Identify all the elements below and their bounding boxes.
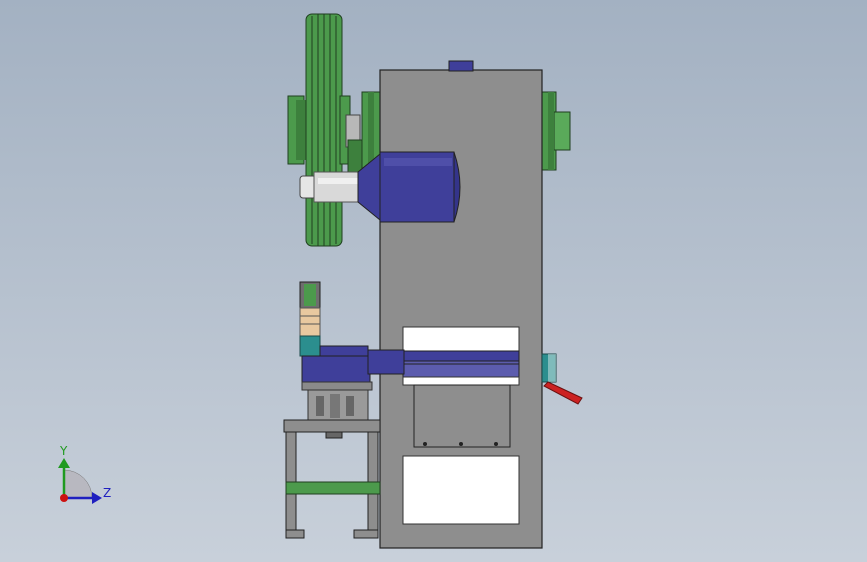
triad-arc (63, 469, 93, 499)
base-opening (402, 455, 520, 525)
z-axis-arrow (92, 492, 102, 504)
axis-triad: Y Z (58, 444, 111, 504)
lower-bolster-area (413, 384, 511, 448)
die-opening (402, 326, 520, 386)
right-bearing-flange (539, 91, 571, 171)
y-axis-arrow (58, 458, 70, 468)
z-axis-label: Z (103, 486, 111, 500)
origin-icon (60, 494, 68, 502)
cad-viewport[interactable]: Y Z (0, 0, 867, 562)
cad-model-scene[interactable]: Y Z (0, 0, 867, 562)
flywheel-assembly (287, 13, 363, 247)
side-lever (541, 353, 583, 405)
y-axis-label: Y (59, 444, 68, 458)
